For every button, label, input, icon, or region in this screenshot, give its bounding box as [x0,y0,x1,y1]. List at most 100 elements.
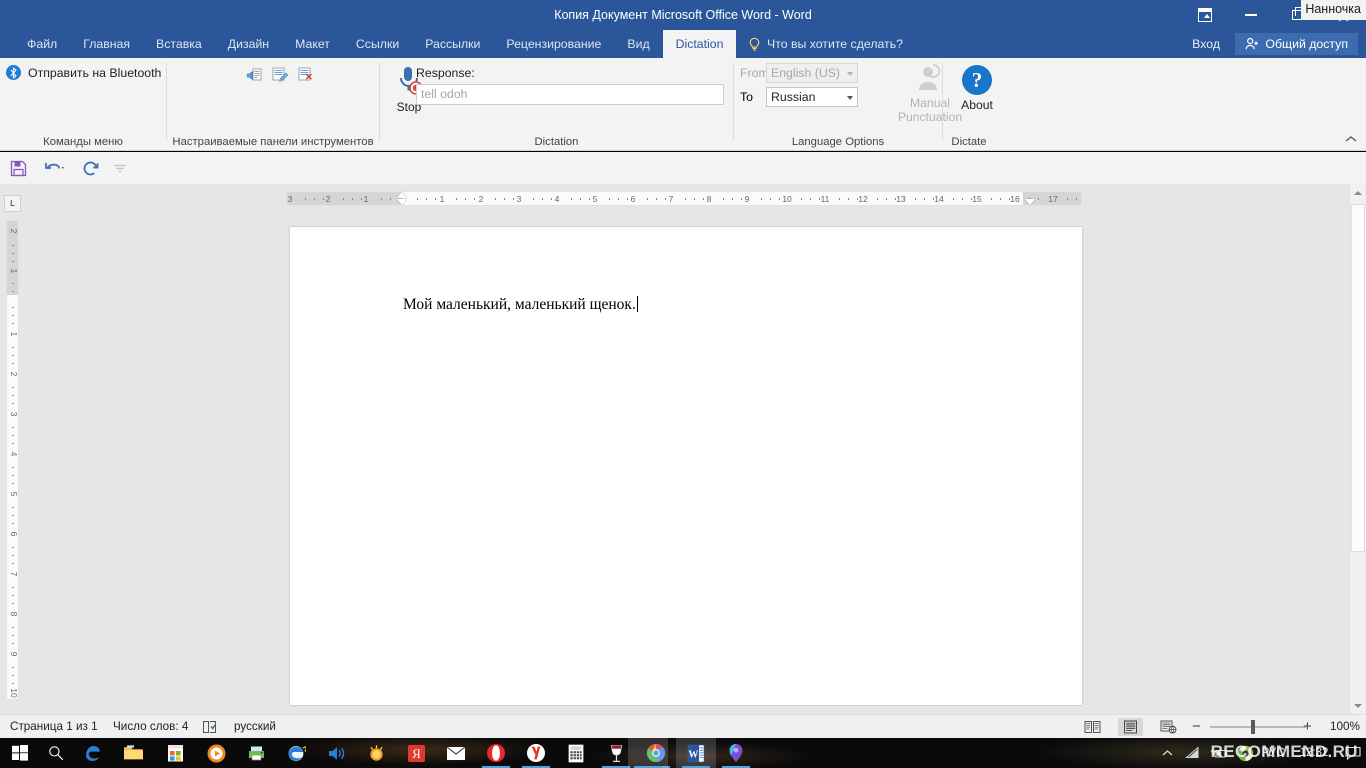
about-button[interactable]: ? About [951,65,1003,112]
zoom-level[interactable]: 100% [1330,715,1360,739]
send-to-bluetooth-button[interactable]: Отправить на Bluetooth [6,65,161,80]
edge-icon [86,746,100,761]
yandex-disk-taskbar-button[interactable] [516,738,556,768]
horizontal-ruler[interactable]: 3 2 1 1 2 3 4 5 6 7 8 9 10 11 12 13 14 1… [286,191,1082,206]
read-mode-icon [1084,721,1101,733]
word-taskbar-button[interactable]: W [676,738,716,768]
edge-taskbar-button[interactable] [73,738,113,768]
vertical-ruler[interactable]: 2 1 1 2 3 4 5 6 7 8 9 10 [6,220,19,700]
response-input[interactable]: tell odoh [416,84,724,105]
tab-layout[interactable]: Макет [282,30,343,58]
print-layout-button[interactable] [1118,718,1143,736]
vtick-1: 1 [9,331,19,337]
media-player-taskbar-button[interactable] [196,738,236,768]
scroll-up-button[interactable] [1350,184,1366,201]
mail-taskbar-button[interactable] [436,738,476,768]
tab-insert[interactable]: Вставка [143,30,215,58]
search-button[interactable] [36,738,76,768]
ribbon-display-options-button[interactable] [1182,0,1228,30]
scrollbar-thumb[interactable] [1351,204,1365,552]
tab-review[interactable]: Рецензирование [493,30,614,58]
action-center-button[interactable] [1340,738,1366,768]
proofing-errors-icon [203,721,216,733]
word-count[interactable]: Число слов: 4 [113,715,188,739]
undo-button[interactable] [40,157,70,179]
group-label-language-options: Language Options [791,136,885,148]
ribbon-group-menu-commands: Отправить на Bluetooth Команды меню [0,58,166,150]
tab-file[interactable]: Файл [14,30,70,58]
from-language-row: From English (US) [740,63,858,83]
show-hidden-icons-button[interactable] [1154,738,1180,768]
tick-6: 6 [630,194,636,204]
tab-references[interactable]: Ссылки [343,30,412,58]
opera-taskbar-button[interactable] [476,738,516,768]
from-language-select[interactable]: English (US) [766,63,858,83]
read-mode-button[interactable] [1080,718,1105,736]
language-indicator[interactable]: русский [234,715,276,739]
zoom-out-button[interactable]: − [1192,715,1201,739]
sign-in-link[interactable]: Вход [1192,30,1220,58]
left-indent-marker[interactable] [397,199,407,205]
sun-app-taskbar-button[interactable] [356,738,396,768]
about-label: About [961,98,993,112]
collapse-ribbon-button[interactable] [1344,132,1358,146]
page-indicator[interactable]: Страница 1 из 1 [10,715,98,739]
printer-taskbar-button[interactable] [236,738,276,768]
network-button[interactable] [1180,738,1206,768]
ribbon-group-language-options: From English (US) To Russian Manual Punc… [734,58,962,150]
vtick-8: 8 [9,611,19,617]
to-label: To [740,90,753,104]
redo-button[interactable] [78,157,102,179]
save-button[interactable] [6,157,30,179]
share-button[interactable]: Общий доступ [1235,33,1358,55]
proofing-status-button[interactable] [202,715,217,739]
vtick-5: 5 [9,491,19,497]
maps-taskbar-button[interactable] [716,738,756,768]
web-layout-button[interactable] [1156,718,1181,736]
vtick-6: 6 [9,531,19,537]
yandex-browser-taskbar-button[interactable]: Я [396,738,436,768]
bluetooth-icon [6,65,21,80]
to-language-row: To Russian [740,87,858,107]
tab-home[interactable]: Главная [70,30,143,58]
to-language-select[interactable]: Russian [766,87,858,107]
calculator-taskbar-button[interactable] [556,738,596,768]
clock[interactable]: 12:32 [1288,747,1340,759]
zoom-slider[interactable] [1210,726,1306,728]
ie-taskbar-button[interactable] [276,738,316,768]
document-page[interactable]: Мой маленький, маленький щенок. [290,227,1082,705]
delete-toolbar-icon[interactable] [297,66,315,84]
ribbon-group-dictate: ? About Dictate [943,58,995,150]
chevron-down-icon [847,72,853,76]
tab-design[interactable]: Дизайн [215,30,282,58]
tray-app-button[interactable] [1232,738,1258,768]
power-button[interactable] [1206,738,1232,768]
minimize-button[interactable] [1228,0,1274,30]
document-paragraph[interactable]: Мой маленький, маленький щенок. [403,296,638,314]
start-button[interactable] [0,738,40,768]
tab-stop-selector[interactable]: L [4,195,21,212]
right-indent-marker[interactable] [1025,199,1035,205]
store-taskbar-button[interactable] [155,738,195,768]
send-to-icon[interactable] [245,66,263,84]
text-cursor [636,296,638,312]
volume-app-taskbar-button[interactable] [316,738,356,768]
response-label: Response: [416,66,475,80]
battery-icon [1210,748,1228,757]
file-explorer-taskbar-button[interactable] [113,738,153,768]
language-indicator-tray[interactable]: РУС [1258,747,1288,759]
vertical-scrollbar[interactable] [1349,184,1366,714]
ribbon-tab-strip: Файл Главная Вставка Дизайн Макет Ссылки… [0,30,1366,58]
zoom-slider-thumb[interactable] [1251,720,1255,734]
tab-view[interactable]: Вид [614,30,662,58]
tab-mailings[interactable]: Рассылки [412,30,493,58]
tick-17: 17 [1048,194,1058,204]
tell-me-box[interactable]: Что вы хотите сделать? [748,30,903,58]
tab-dictation[interactable]: Dictation [662,30,737,58]
customize-qat-button[interactable] [108,157,132,179]
scroll-down-button[interactable] [1350,697,1366,714]
zoom-in-button[interactable]: + [1303,715,1312,739]
first-line-indent-marker[interactable] [397,192,407,198]
edit-toolbar-icon[interactable] [271,66,289,84]
vtick-2t: 2 [9,228,19,234]
